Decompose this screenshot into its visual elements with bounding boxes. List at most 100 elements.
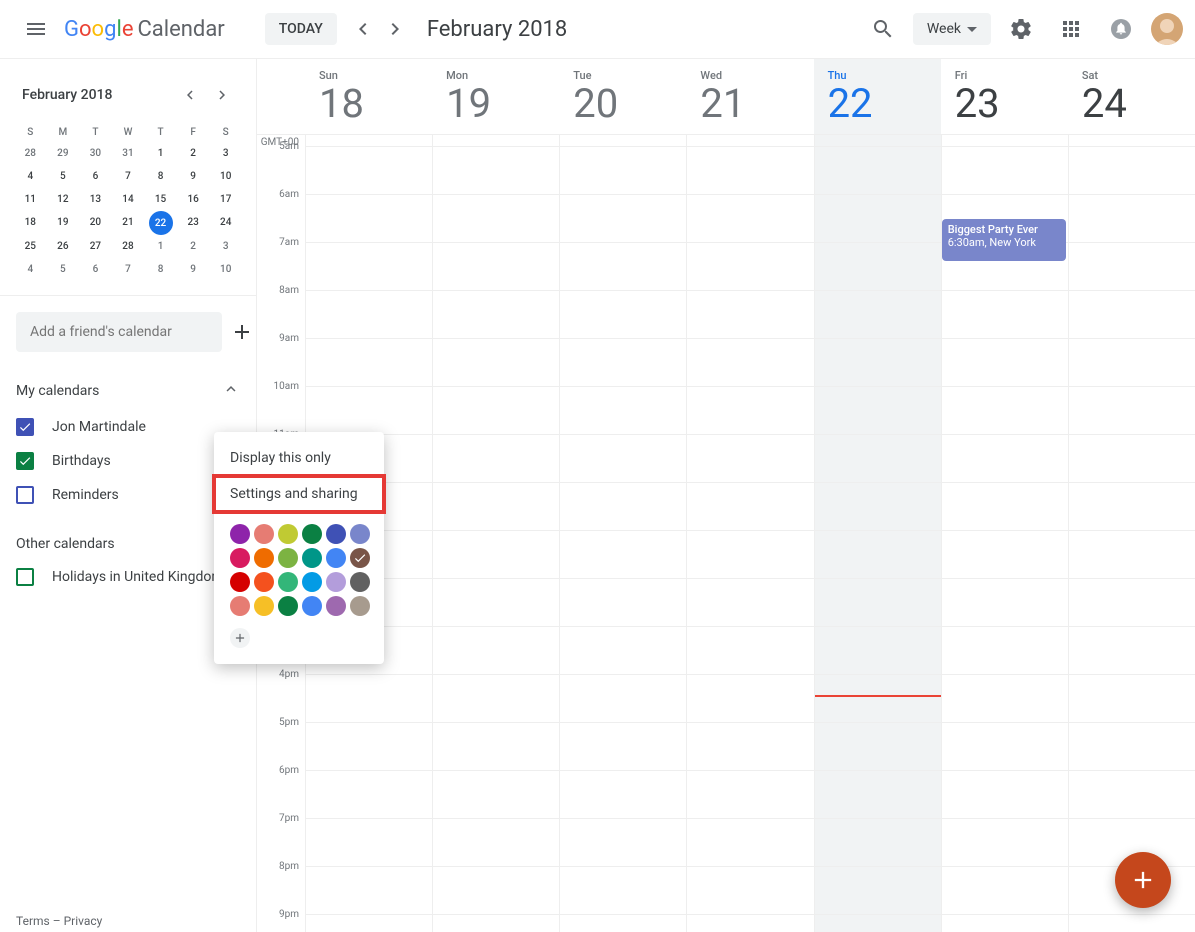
google-calendar-logo[interactable]: Google Calendar [64,16,225,42]
mini-cal-day[interactable]: 30 [79,142,112,165]
day-column[interactable] [559,135,686,932]
mini-cal-day[interactable]: 9 [177,258,210,281]
mini-cal-day[interactable]: 26 [47,235,80,258]
mini-cal-day[interactable]: 27 [79,235,112,258]
mini-cal-day[interactable]: 3 [209,235,242,258]
mini-cal-day[interactable]: 25 [14,235,47,258]
mini-cal-day[interactable]: 18 [14,211,47,235]
mini-cal-day[interactable]: 6 [79,258,112,281]
mini-cal-day[interactable]: 8 [144,258,177,281]
mini-cal-day[interactable]: 5 [47,165,80,188]
color-swatch[interactable] [350,548,370,568]
day-column-header[interactable]: Mon19 [432,59,559,134]
day-column-header[interactable]: Sat24 [1068,59,1195,134]
mini-cal-day[interactable]: 6 [79,165,112,188]
mini-cal-day[interactable]: 28 [112,235,145,258]
color-swatch[interactable] [302,524,322,544]
terms-link[interactable]: Terms [16,914,50,928]
mini-cal-day[interactable]: 14 [112,188,145,211]
color-swatch[interactable] [254,548,274,568]
calendar-checkbox[interactable] [16,486,34,504]
color-swatch[interactable] [350,572,370,592]
mini-cal-day[interactable]: 17 [209,188,242,211]
mini-cal-day[interactable]: 3 [209,142,242,165]
prev-week-button[interactable] [347,13,379,45]
day-column-header[interactable]: Wed21 [686,59,813,134]
search-icon[interactable] [863,9,903,49]
mini-cal-day[interactable]: 11 [14,188,47,211]
create-event-fab[interactable] [1115,852,1171,908]
mini-cal-prev-button[interactable] [178,83,202,107]
mini-cal-day[interactable]: 8 [144,165,177,188]
mini-cal-day[interactable]: 4 [14,165,47,188]
mini-cal-day[interactable]: 2 [177,142,210,165]
view-selector[interactable]: Week [913,13,991,45]
mini-cal-next-button[interactable] [210,83,234,107]
user-avatar[interactable] [1151,13,1183,45]
mini-cal-day[interactable]: 5 [47,258,80,281]
color-swatch[interactable] [326,596,346,616]
color-swatch[interactable] [278,572,298,592]
color-swatch[interactable] [230,548,250,568]
mini-cal-day[interactable]: 12 [47,188,80,211]
calendar-checkbox[interactable] [16,452,34,470]
color-swatch[interactable] [254,572,274,592]
color-swatch[interactable] [254,524,274,544]
mini-cal-day[interactable]: 31 [112,142,145,165]
notifications-icon[interactable] [1101,9,1141,49]
color-swatch[interactable] [254,596,274,616]
mini-cal-day[interactable]: 1 [144,235,177,258]
color-swatch[interactable] [230,524,250,544]
color-swatch[interactable] [278,596,298,616]
display-only-menu-item[interactable]: Display this only [214,440,384,476]
color-swatch[interactable] [230,596,250,616]
google-apps-icon[interactable] [1051,9,1091,49]
add-friend-input[interactable] [16,312,222,352]
day-column-header[interactable]: Thu22 [814,59,941,134]
day-column[interactable] [686,135,813,932]
mini-cal-day[interactable]: 10 [209,165,242,188]
color-swatch[interactable] [350,524,370,544]
color-swatch[interactable] [230,572,250,592]
week-body[interactable]: GMT+00 5am6am7am8am9am10am11am12pm1pm2pm… [257,135,1195,932]
mini-cal-day[interactable]: 29 [47,142,80,165]
color-swatch[interactable] [326,548,346,568]
mini-cal-day[interactable]: 7 [112,165,145,188]
mini-cal-day[interactable]: 16 [177,188,210,211]
add-custom-color-button[interactable] [230,628,250,648]
color-swatch[interactable] [326,524,346,544]
day-column[interactable]: Biggest Party Ever6:30am, New York [941,135,1068,932]
mini-cal-day[interactable]: 7 [112,258,145,281]
day-column[interactable] [432,135,559,932]
day-column-header[interactable]: Sun18 [305,59,432,134]
privacy-link[interactable]: Privacy [64,914,103,928]
my-calendars-toggle[interactable]: My calendars [16,372,240,410]
color-swatch[interactable] [302,548,322,568]
color-swatch[interactable] [350,596,370,616]
hamburger-menu-icon[interactable] [12,5,60,53]
next-week-button[interactable] [379,13,411,45]
mini-cal-day[interactable]: 22 [149,211,173,235]
color-swatch[interactable] [326,572,346,592]
day-column[interactable] [1068,135,1195,932]
mini-cal-day[interactable]: 23 [177,211,210,235]
color-swatch[interactable] [278,524,298,544]
calendar-checkbox[interactable] [16,418,34,436]
day-column-header[interactable]: Fri23 [941,59,1068,134]
settings-sharing-menu-item[interactable]: Settings and sharing [214,476,384,512]
add-calendar-button[interactable] [230,320,254,344]
mini-cal-day[interactable]: 2 [177,235,210,258]
mini-cal-day[interactable]: 24 [209,211,242,235]
mini-cal-day[interactable]: 10 [209,258,242,281]
calendar-event[interactable]: Biggest Party Ever6:30am, New York [942,219,1066,261]
mini-cal-day[interactable]: 15 [144,188,177,211]
day-column-header[interactable]: Tue20 [559,59,686,134]
calendar-checkbox[interactable] [16,568,34,586]
mini-cal-day[interactable]: 20 [79,211,112,235]
mini-cal-day[interactable]: 13 [79,188,112,211]
mini-cal-day[interactable]: 19 [47,211,80,235]
color-swatch[interactable] [278,548,298,568]
mini-cal-day[interactable]: 9 [177,165,210,188]
color-swatch[interactable] [302,596,322,616]
day-column[interactable] [814,135,941,932]
